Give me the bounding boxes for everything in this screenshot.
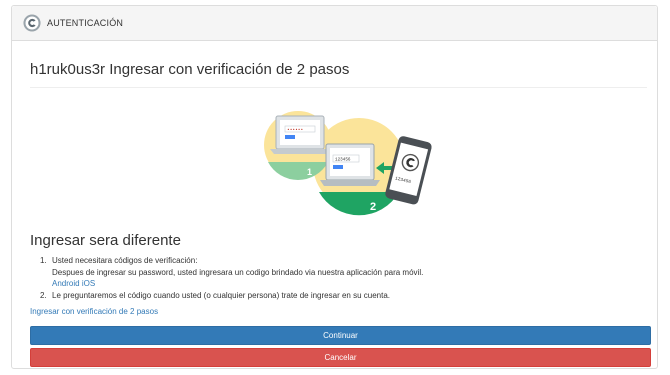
auth-panel: AUTENTICACIÓN h1ruk0us3r Ingresar con ve…	[11, 5, 658, 369]
step-text: Usted necesitara códigos de verificación…	[52, 256, 198, 265]
laptop-code: 123456	[335, 158, 351, 163]
laptop-back: ••••••	[270, 115, 330, 154]
two-step-illustration: 1 2 •••••• 123456 123456	[264, 111, 432, 216]
section-subtitle: Ingresar sera diferente	[30, 232, 181, 249]
enable-two-step-link[interactable]: Ingresar con verificación de 2 pasos	[30, 307, 158, 316]
step-1-number: 1	[307, 167, 312, 177]
laptop-front: 123456	[320, 143, 380, 186]
ios-link[interactable]: iOS	[82, 279, 95, 288]
continue-button[interactable]: Continuar	[30, 326, 651, 345]
cancel-button[interactable]: Cancelar	[30, 348, 651, 367]
page-title: h1ruk0us3r Ingresar con verificación de …	[30, 61, 350, 78]
step-2-number: 2	[370, 201, 376, 213]
divider	[30, 87, 647, 88]
step-detail: Despues de ingresar su password, usted i…	[52, 267, 424, 277]
list-item: 1. Usted necesitara códigos de verificaci…	[40, 255, 423, 267]
shield-logo-icon	[23, 14, 41, 32]
app-links: Android iOS	[40, 278, 423, 290]
steps-list: 1. Usted necesitara códigos de verificaci…	[40, 255, 423, 301]
list-item: 2. Le preguntaremos el código cuando uste…	[40, 290, 423, 302]
step-number: 2.	[40, 290, 47, 300]
password-mask: ••••••	[287, 128, 303, 133]
panel-heading-text: AUTENTICACIÓN	[47, 18, 124, 28]
android-link[interactable]: Android	[52, 279, 80, 288]
panel-heading: AUTENTICACIÓN	[12, 6, 657, 41]
step-number: 1.	[40, 256, 47, 265]
step-text: Le preguntaremos el código cuando usted …	[52, 290, 390, 300]
